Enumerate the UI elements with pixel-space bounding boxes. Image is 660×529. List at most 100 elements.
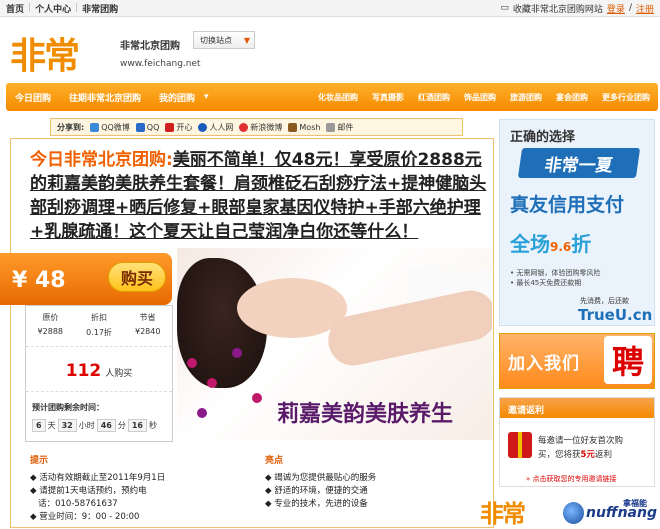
buy-button[interactable]: 购买 — [108, 262, 166, 292]
invite-link[interactable]: » 点击获取您的专用邀请链接 — [526, 474, 617, 484]
countdown-timer: 6天 32 小时 46 分 16 秒 — [26, 413, 172, 432]
timer-minutes: 46 — [96, 419, 116, 432]
header: 非常 非常北京团购 www.feichang.net 切换站点 ▼ — [0, 17, 660, 81]
invite-line: 每邀请一位好友首次购 — [538, 436, 624, 446]
share-item-label: 新浪微博 — [250, 122, 283, 132]
nav-travel[interactable]: 旅游团购 — [510, 92, 542, 103]
flower-decoration — [207, 378, 217, 388]
main-nav: 今日团购 往期非常北京团购 我的团购 ▾ 化妆品团购 写真摄影 红酒团购 饰品团购… — [6, 83, 658, 111]
ad-discount: 9.6 — [550, 240, 572, 254]
share-item-label: Mosh — [299, 122, 321, 132]
sina-weibo-icon — [239, 122, 249, 132]
list-item: ◆ 舒适的环境，便捷的交通 — [265, 486, 368, 496]
ad-line: 非常一夏 — [517, 148, 641, 178]
chevron-down-icon: ▾ — [204, 92, 209, 102]
nav-past[interactable]: 往期非常北京团购 — [60, 91, 150, 104]
hiring-icon: 聘 — [604, 336, 652, 384]
user-center-link[interactable]: 个人中心 — [35, 2, 71, 15]
flower-decoration — [197, 408, 207, 418]
ad-line: 先消费，后还款 — [580, 297, 629, 305]
nav-today[interactable]: 今日团购 — [6, 91, 60, 104]
nav-cosmetics[interactable]: 化妆品团购 — [318, 92, 358, 103]
nav-wine[interactable]: 红酒团购 — [418, 92, 450, 103]
timer-unit: 秒 — [149, 421, 157, 430]
nav-my[interactable]: 我的团购 — [150, 91, 204, 104]
share-item-label: 开心 — [176, 122, 193, 132]
nuffnang-logo[interactable]: nuffnang 拿福能 — [563, 499, 657, 526]
kaixin-icon — [165, 122, 175, 132]
ad-text: 折 — [571, 232, 592, 256]
list-item: ◆ 请提前1天电话预约，预约电 — [30, 486, 147, 496]
original-price-label: 原价 — [42, 313, 59, 322]
invite-text-part: 返利 — [594, 450, 612, 460]
share-sina[interactable]: 新浪微博 — [239, 122, 282, 133]
deal-info-box: 原价 折扣 节省 ¥2888 0.17折 ¥2840 112 人购买 预计团购剩… — [25, 305, 173, 442]
group-buy-link[interactable]: 非常团购 — [82, 2, 118, 15]
switch-site-dropdown[interactable]: 切换站点 ▼ — [193, 31, 255, 49]
list-item: ◆ 专业的技术，先进的设备 — [265, 499, 368, 509]
email-icon — [326, 122, 336, 132]
timer-hours: 32 — [57, 419, 77, 432]
top-bar: 首页 | 个人中心 | 非常团购 ▭ 收藏非常北京团购网站 登录 / 注册 — [0, 0, 660, 17]
share-item-label: QQ微博 — [101, 122, 130, 132]
invite-text-part: 买，您将获 — [538, 450, 581, 460]
nav-banquet[interactable]: 宴会团购 — [556, 92, 588, 103]
ad-text: • 最长45天免费还款期 — [510, 279, 582, 287]
share-email[interactable]: 邮件 — [326, 122, 353, 133]
bookmark-link[interactable]: 收藏非常北京团购网站 — [513, 2, 603, 15]
invite-text: 每邀请一位好友首次购 买，您将获5元返利 — [538, 434, 652, 462]
list-item: 话：010-58761637 — [30, 498, 165, 511]
ad-text: 全场 — [510, 232, 550, 256]
highlights-list: ◆ 竭诚为您提供最贴心的服务 ◆ 舒适的环境，便捷的交通 ◆ 专业的技术，先进的… — [265, 472, 376, 511]
qq-weibo-icon — [90, 122, 100, 132]
share-mosh[interactable]: Mosh — [288, 122, 321, 132]
nav-jewelry[interactable]: 饰品团购 — [464, 92, 496, 103]
share-item-label: 邮件 — [337, 122, 354, 132]
list-item-text: 舒适的环境，便捷的交通 — [274, 486, 368, 496]
share-renren[interactable]: 人人网 — [198, 122, 233, 133]
timer-days: 6 — [32, 419, 46, 432]
flower-decoration — [187, 358, 197, 368]
site-url: www.feichang.net — [120, 59, 201, 69]
join-us-banner[interactable]: 加入我们 聘 — [499, 333, 655, 389]
buyers-count: 112 — [65, 361, 102, 381]
separator: / — [628, 3, 632, 13]
list-item-text: 专业的技术，先进的设备 — [274, 499, 368, 509]
bookmark-icon: ▭ — [500, 3, 509, 13]
ad-line: 全场9.6折 — [510, 228, 591, 257]
ad-text: • 无需网银，体验团购零风险 — [510, 269, 601, 277]
trueu-logo: TrueU.cn — [578, 306, 653, 324]
list-item-text: 请提前1天电话预约，预约电 — [39, 486, 147, 496]
invite-line: 买，您将获5元返利 — [538, 448, 652, 462]
site-name: 非常北京团购 — [120, 41, 180, 52]
timer-seconds: 16 — [127, 419, 147, 432]
deal-price: ¥ 48 — [12, 268, 66, 293]
share-qq[interactable]: QQ — [135, 122, 159, 132]
share-kaixin[interactable]: 开心 — [165, 122, 192, 133]
nav-photo[interactable]: 写真摄影 — [372, 92, 404, 103]
photo-caption: 莉嘉美韵美肤养生 — [277, 401, 454, 427]
share-bar: 分享到: QQ微博 QQ 开心 人人网 新浪微博 Mosh 邮件 — [50, 118, 463, 136]
list-item-text: 营业时间：9：00 - 20:00 — [39, 512, 140, 522]
share-qq-weibo[interactable]: QQ微博 — [90, 122, 130, 133]
discount-label: 折扣 — [90, 313, 107, 322]
trueu-ad-banner[interactable]: 正确的选择 非常一夏 真友信用支付 全场9.6折 • 无需网银，体验团购零风险 •… — [499, 119, 655, 326]
nav-more[interactable]: 更多行业团购 — [602, 92, 650, 103]
deal-photo[interactable]: 莉嘉美韵美肤养生 — [177, 248, 492, 440]
deal-title[interactable]: 今日非常北京团购:美丽不简单！仅48元！享受原价2888元的莉嘉美韵美肤养生套餐… — [30, 148, 492, 244]
login-link[interactable]: 登录 — [607, 2, 625, 15]
footer-logo: 非常 — [480, 499, 526, 528]
share-item-label: 人人网 — [209, 122, 234, 132]
timer-unit: 分 — [117, 421, 126, 430]
nuffnang-zh: 拿福能 — [623, 499, 647, 508]
timer-unit: 小时 — [78, 421, 95, 430]
register-link[interactable]: 注册 — [636, 2, 654, 15]
saving: ¥2840 — [135, 327, 161, 336]
list-item: ◆ 竭诚为您提供最贴心的服务 — [265, 473, 377, 483]
site-logo[interactable]: 非常 — [10, 27, 80, 79]
invite-panel: 邀请返利 每邀请一位好友首次购 买，您将获5元返利 » 点击获取您的专用邀请链接 — [499, 397, 655, 487]
home-link[interactable]: 首页 — [6, 2, 24, 15]
chevron-down-icon: ▼ — [243, 35, 250, 45]
highlights-heading: 亮点 — [265, 456, 284, 466]
buyers-label: 人购买 — [105, 369, 133, 379]
